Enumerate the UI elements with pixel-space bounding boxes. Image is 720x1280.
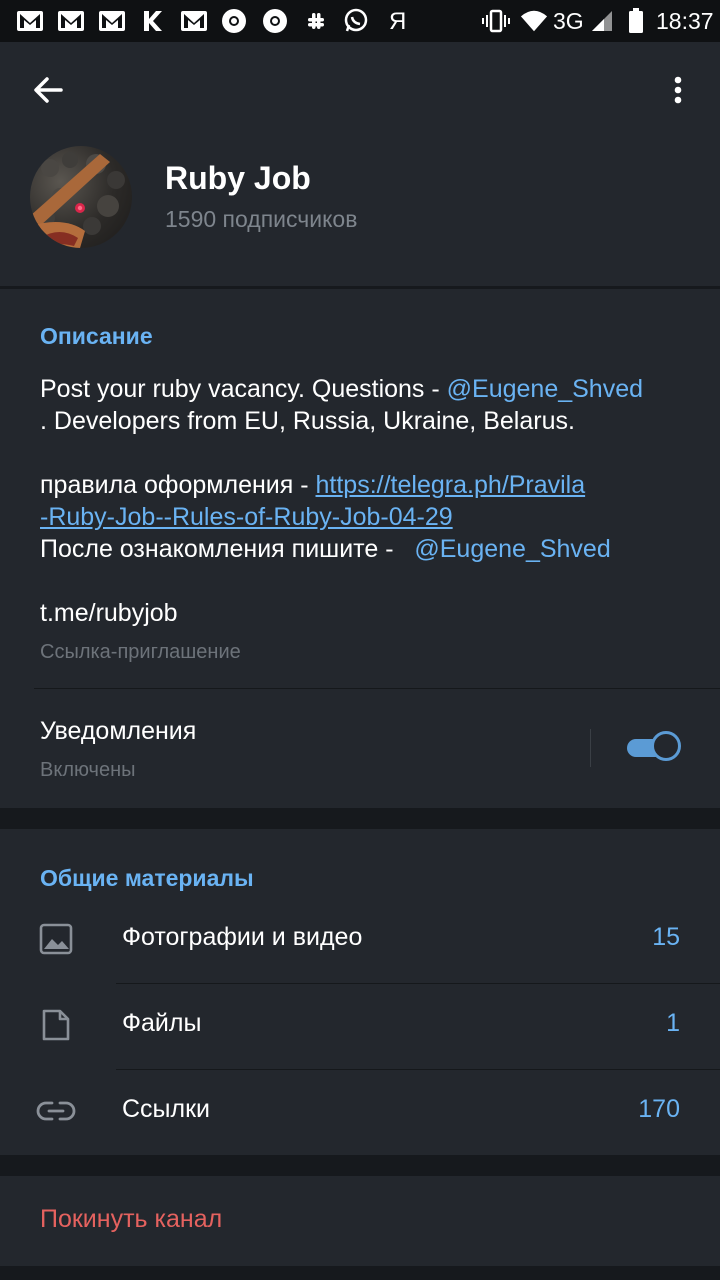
- network-type: 3G: [553, 8, 584, 34]
- channel-title: Ruby Job: [165, 160, 311, 196]
- description-line-4: -Ruby-Job--Rules-of-Ruby-Job-04-29: [40, 503, 453, 532]
- notifications-toggle[interactable]: [625, 731, 683, 765]
- notifications-title: Уведомления: [40, 717, 197, 745]
- whatsapp-icon: [342, 8, 370, 34]
- gmail-icon: [180, 8, 208, 34]
- subscriber-count: 1590 подписчиков: [165, 206, 358, 232]
- invite-link-label: Ссылка-приглашение: [40, 641, 241, 663]
- description-title: Описание: [40, 323, 153, 349]
- yandex-icon: Я: [389, 8, 407, 35]
- divider: [590, 729, 591, 767]
- back-arrow-icon: [34, 77, 63, 103]
- media-count: 15: [652, 923, 680, 951]
- media-row-files[interactable]: Файлы 1: [0, 983, 720, 1069]
- signal-icon: [588, 8, 616, 34]
- screen: Я 3G 18:37 Ruby Job 1590 подписчиков Опи…: [0, 0, 720, 1280]
- rules-link-continued[interactable]: -Ruby-Job--Rules-of-Ruby-Job-04-29: [40, 503, 453, 531]
- wifi-icon: [520, 8, 548, 34]
- mention-link[interactable]: @Eugene_Shved: [414, 535, 610, 563]
- description-text: правила оформления -: [40, 471, 316, 499]
- leave-channel-button[interactable]: Покинуть канал: [0, 1176, 720, 1266]
- description-text: После ознакомления пишите -: [40, 535, 415, 563]
- divider: [34, 688, 720, 689]
- mention-link[interactable]: @Eugene_Shved: [447, 375, 643, 403]
- shared-media-card: Общие материалы Фотографии и видео 15 Фа…: [0, 829, 720, 1155]
- description-line-5: После ознакомления пишите - @Eugene_Shve…: [40, 535, 611, 564]
- description-line-3: правила оформления - https://telegra.ph/…: [40, 471, 585, 500]
- leave-channel-label: Покинуть канал: [40, 1205, 223, 1233]
- media-count: 170: [638, 1095, 680, 1123]
- description-text: Post your ruby vacancy. Questions -: [40, 375, 447, 403]
- image-icon: [36, 919, 76, 959]
- toggle-knob: [651, 731, 681, 761]
- link-icon: [36, 1091, 76, 1131]
- more-options-button[interactable]: [658, 68, 698, 112]
- vibrate-icon: [482, 8, 510, 34]
- slack-icon: [302, 8, 330, 34]
- more-vertical-icon: [674, 76, 682, 104]
- chrome-icon: [220, 8, 248, 34]
- battery-icon: [622, 8, 650, 34]
- chrome-icon: [261, 8, 289, 34]
- back-button[interactable]: [24, 70, 72, 110]
- invite-link[interactable]: t.me/rubyjob: [40, 599, 178, 628]
- media-row-links[interactable]: Ссылки 170: [0, 1069, 720, 1155]
- media-label: Фотографии и видео: [122, 923, 363, 951]
- file-icon: [36, 1005, 76, 1045]
- rules-link[interactable]: https://telegra.ph/Pravila: [316, 471, 586, 499]
- notifications-status: Включены: [40, 759, 136, 781]
- gmail-icon: [57, 8, 85, 34]
- description-line-1: Post your ruby vacancy. Questions - @Eug…: [40, 375, 643, 404]
- channel-avatar[interactable]: [30, 146, 132, 248]
- gmail-icon: [98, 8, 126, 34]
- channel-header: Ruby Job 1590 подписчиков: [0, 42, 720, 286]
- status-bar: Я 3G 18:37: [0, 0, 720, 42]
- gmail-icon: [16, 8, 44, 34]
- shared-media-title: Общие материалы: [40, 865, 254, 891]
- description-line-2: . Developers from EU, Russia, Ukraine, B…: [40, 407, 575, 435]
- clock: 18:37: [656, 8, 714, 34]
- info-card: Описание Post your ruby vacancy. Questio…: [0, 289, 720, 808]
- media-label: Ссылки: [122, 1095, 211, 1123]
- k-icon: [139, 8, 167, 34]
- media-count: 1: [666, 1009, 680, 1037]
- avatar-image: [30, 152, 125, 248]
- media-row-photos[interactable]: Фотографии и видео 15: [0, 897, 720, 983]
- media-label: Файлы: [122, 1009, 202, 1037]
